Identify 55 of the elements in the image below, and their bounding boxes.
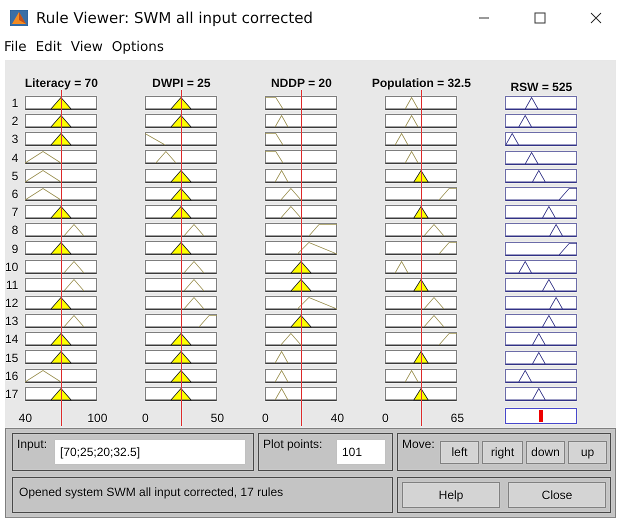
rule-number: 6 (12, 186, 18, 201)
move-button[interactable]: left (440, 440, 479, 464)
rule-number: 3 (12, 132, 18, 146)
plot-points-field[interactable]: 101 (337, 440, 385, 464)
rule-number: 17 (5, 387, 18, 401)
rule-number: 16 (5, 368, 18, 383)
menu-item[interactable]: File (4, 39, 27, 55)
rule-number: 8 (12, 223, 18, 238)
variable-title: DWPI = 25 (152, 76, 211, 90)
rule-number: 12 (5, 296, 18, 310)
move-button[interactable]: right (482, 440, 523, 464)
close-icon[interactable] (590, 12, 602, 24)
axis-label: 0 (261, 411, 270, 425)
axis-label: 40 (330, 411, 346, 425)
rule-number: 7 (12, 205, 18, 220)
menu-item[interactable]: View (70, 39, 103, 55)
axis-label: 0 (141, 411, 150, 425)
menu-item[interactable]: Options (112, 39, 164, 55)
rule-number: 10 (5, 260, 18, 274)
axis-label: 100 (86, 411, 108, 425)
rule-number: 13 (5, 314, 18, 328)
move-button[interactable]: up (568, 440, 607, 464)
move-label: Move: (402, 437, 435, 451)
menu-item[interactable]: Edit (36, 39, 62, 55)
axis-label: 65 (450, 411, 466, 425)
axis-label: 0 (381, 411, 390, 425)
move-button[interactable]: down (526, 440, 565, 464)
variable-title: NDDP = 20 (270, 76, 332, 90)
plot-points-label: Plot points: (263, 437, 322, 451)
rule-number: 11 (6, 278, 18, 292)
axis-label: 50 (210, 411, 226, 425)
output-value-bar (539, 410, 544, 422)
variable-title: RSW = 525 (510, 80, 572, 94)
variable-title: Population = 32.5 (372, 76, 471, 90)
maximize-icon[interactable] (534, 12, 546, 24)
dialog-button[interactable]: Close (508, 482, 606, 508)
input-value-line[interactable] (181, 90, 182, 426)
input-value-line[interactable] (421, 90, 422, 426)
status-message: Opened system SWM all input corrected, 17 rules (18, 485, 284, 499)
input-value-line[interactable] (61, 90, 62, 426)
axis-label: 40 (18, 411, 34, 425)
input-field[interactable]: [70;25;20;32.5] (55, 440, 245, 464)
input-label: Input: (17, 437, 48, 451)
dialog-button[interactable]: Help (402, 482, 500, 508)
variable-title: Literacy = 70 (24, 76, 98, 90)
window-title: Rule Viewer: SWM all input corrected (36, 9, 313, 27)
app-icon (10, 10, 28, 26)
rule-number: 4 (12, 150, 18, 165)
rule-number: 2 (12, 114, 18, 128)
rule-number: 1 (12, 96, 18, 110)
rule-number: 14 (5, 332, 18, 346)
rule-number: 15 (5, 350, 18, 365)
rule-number: 9 (12, 242, 18, 256)
rule-number: 5 (12, 168, 18, 183)
input-value-line[interactable] (301, 90, 302, 426)
